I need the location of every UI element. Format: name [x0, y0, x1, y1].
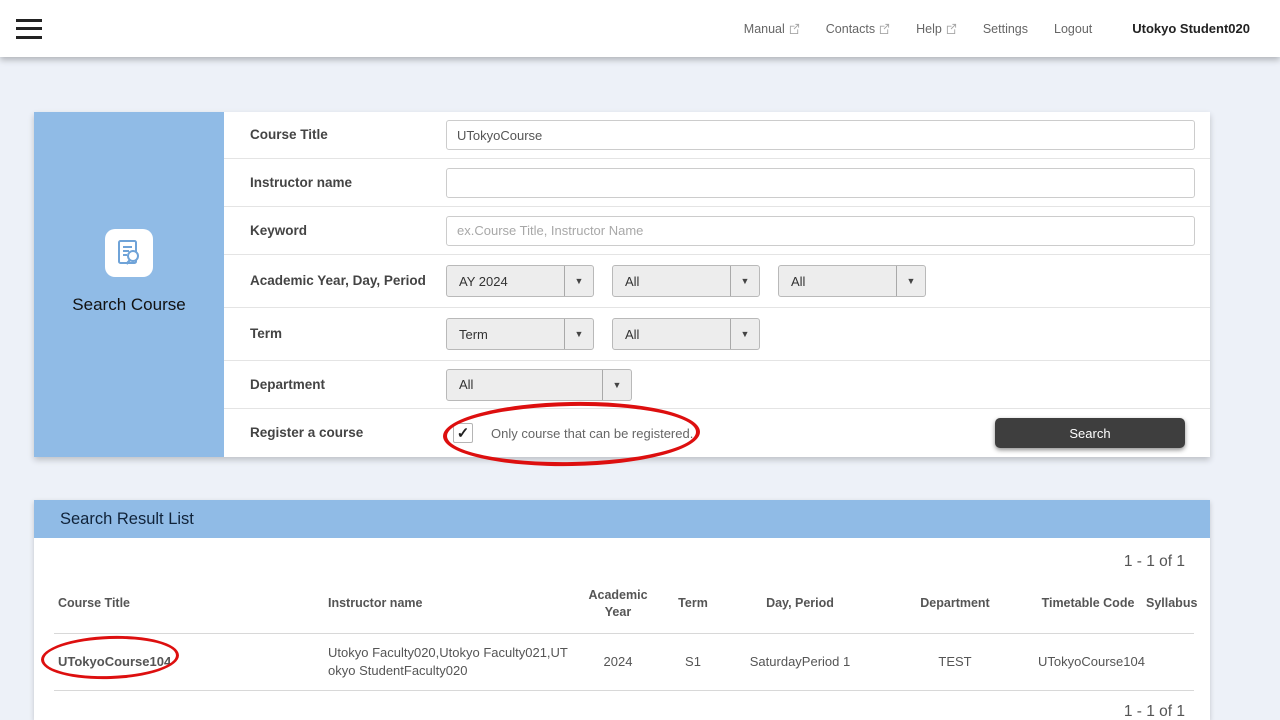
- col-day-period: Day, Period: [724, 577, 876, 633]
- col-academic-year: Academic Year: [574, 577, 662, 633]
- form-row-instructor: Instructor name: [224, 159, 1210, 207]
- day-value: All: [613, 266, 730, 296]
- external-link-icon: [789, 23, 800, 34]
- table-row: UTokyoCourse104 Utokyo Faculty020,Utokyo…: [54, 633, 1194, 690]
- cell-academic-year: 2024: [574, 633, 662, 690]
- results-table: Course Title Instructor name Academic Ye…: [54, 577, 1194, 691]
- nav-help[interactable]: Help: [916, 22, 957, 36]
- period-select[interactable]: All ▼: [778, 265, 926, 297]
- course-title-input[interactable]: [446, 120, 1195, 150]
- department-control: All ▼: [446, 369, 1210, 401]
- term-sub-select[interactable]: All ▼: [612, 318, 760, 350]
- search-course-icon: [105, 229, 153, 277]
- menu-bar: [16, 27, 42, 30]
- department-select[interactable]: All ▼: [446, 369, 632, 401]
- term-select[interactable]: Term ▼: [446, 318, 594, 350]
- check-icon: ✓: [457, 424, 470, 442]
- col-term: Term: [662, 577, 724, 633]
- top-nav: Manual Contacts Help Settings Logout Uto…: [744, 21, 1250, 36]
- nav-manual[interactable]: Manual: [744, 22, 800, 36]
- nav-settings-label: Settings: [983, 22, 1028, 36]
- col-syllabus: Syllabus: [1142, 577, 1194, 633]
- nav-settings[interactable]: Settings: [983, 22, 1028, 36]
- nav-logout-label: Logout: [1054, 22, 1092, 36]
- search-result-header: Search Result List: [34, 500, 1210, 538]
- term-label: Term: [250, 325, 446, 343]
- course-title-control: [446, 120, 1210, 150]
- cell-course-title[interactable]: UTokyoCourse104: [54, 633, 324, 690]
- register-checkbox[interactable]: ✓: [453, 423, 473, 443]
- period-value: All: [779, 266, 896, 296]
- search-course-panel: Search Course Course Title Instructor na…: [34, 112, 1210, 457]
- department-value: All: [447, 370, 602, 400]
- cell-department: TEST: [876, 633, 1034, 690]
- form-row-ay-day-period: Academic Year, Day, Period AY 2024 ▼ All…: [224, 255, 1210, 308]
- nav-contacts[interactable]: Contacts: [826, 22, 890, 36]
- user-name: Utokyo Student020: [1132, 21, 1250, 36]
- cell-instructor: Utokyo Faculty020,Utokyo Faculty021,UTok…: [324, 633, 574, 690]
- search-form: Course Title Instructor name Keyword Aca…: [224, 112, 1210, 457]
- academic-year-select[interactable]: AY 2024 ▼: [446, 265, 594, 297]
- menu-icon[interactable]: [16, 19, 42, 39]
- chevron-down-icon: ▼: [564, 266, 593, 296]
- top-header: Manual Contacts Help Settings Logout Uto…: [0, 0, 1280, 57]
- day-select[interactable]: All ▼: [612, 265, 760, 297]
- chevron-down-icon: ▼: [730, 266, 759, 296]
- register-checkbox-wrap: ✓ Only course that can be registered.: [453, 423, 693, 443]
- instructor-name-input[interactable]: [446, 168, 1195, 198]
- cell-syllabus: [1142, 633, 1194, 690]
- register-checkbox-label: Only course that can be registered.: [491, 426, 693, 441]
- pagination-bottom: 1 - 1 of 1: [34, 703, 1210, 720]
- instructor-control: [446, 168, 1210, 198]
- external-link-icon: [879, 23, 890, 34]
- chevron-down-icon: ▼: [730, 319, 759, 349]
- term-value: Term: [447, 319, 564, 349]
- table-header-row: Course Title Instructor name Academic Ye…: [54, 577, 1194, 633]
- form-row-keyword: Keyword: [224, 207, 1210, 255]
- document-search-icon: [114, 238, 144, 268]
- col-instructor-name: Instructor name: [324, 577, 574, 633]
- form-row-department: Department All ▼: [224, 361, 1210, 409]
- form-row-register: Register a course ✓ Only course that can…: [224, 409, 1210, 457]
- nav-logout[interactable]: Logout: [1054, 22, 1092, 36]
- ay-day-period-control: AY 2024 ▼ All ▼ All ▼: [446, 265, 1210, 297]
- col-course-title: Course Title: [54, 577, 324, 633]
- chevron-down-icon: ▼: [896, 266, 925, 296]
- term-sub-value: All: [613, 319, 730, 349]
- search-button[interactable]: Search: [995, 418, 1185, 448]
- register-course-label: Register a course: [250, 424, 446, 442]
- chevron-down-icon: ▼: [602, 370, 631, 400]
- search-result-title: Search Result List: [60, 510, 194, 529]
- term-control: Term ▼ All ▼: [446, 318, 1210, 350]
- keyword-control: [446, 216, 1210, 246]
- form-row-term: Term Term ▼ All ▼: [224, 308, 1210, 361]
- register-control: ✓ Only course that can be registered. Se…: [446, 423, 1210, 443]
- department-label: Department: [250, 376, 446, 394]
- academic-year-value: AY 2024: [447, 266, 564, 296]
- nav-manual-label: Manual: [744, 22, 785, 36]
- cell-timetable-code: UTokyoCourse104: [1034, 633, 1142, 690]
- pagination-top: 1 - 1 of 1: [34, 553, 1210, 571]
- ay-day-period-label: Academic Year, Day, Period: [250, 272, 446, 290]
- search-result-panel: Search Result List 1 - 1 of 1 Course Tit…: [34, 500, 1210, 720]
- form-row-course-title: Course Title: [224, 112, 1210, 159]
- course-title-label: Course Title: [250, 126, 446, 144]
- keyword-input[interactable]: [446, 216, 1195, 246]
- col-timetable-code: Timetable Code: [1034, 577, 1142, 633]
- col-department: Department: [876, 577, 1034, 633]
- keyword-label: Keyword: [250, 222, 446, 240]
- instructor-name-label: Instructor name: [250, 174, 446, 192]
- menu-bar: [16, 36, 42, 39]
- cell-term: S1: [662, 633, 724, 690]
- chevron-down-icon: ▼: [564, 319, 593, 349]
- menu-bar: [16, 19, 42, 22]
- search-course-title: Search Course: [72, 295, 185, 315]
- nav-contacts-label: Contacts: [826, 22, 875, 36]
- external-link-icon: [946, 23, 957, 34]
- cell-day-period: SaturdayPeriod 1: [724, 633, 876, 690]
- nav-help-label: Help: [916, 22, 942, 36]
- search-course-sidebar: Search Course: [34, 112, 224, 457]
